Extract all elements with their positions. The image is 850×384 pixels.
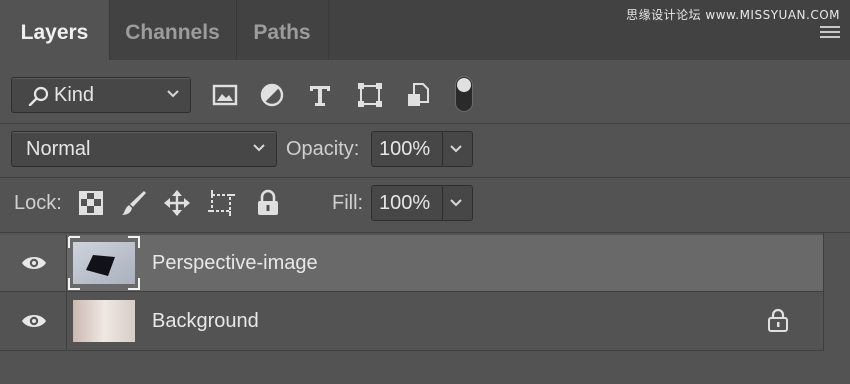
watermark: 思缘设计论坛 www.MISSYUAN.COM — [626, 8, 840, 22]
panel-tab-bar: Layers Channels Paths 思缘设计论坛 www.MISSYUA… — [0, 0, 850, 60]
divider — [0, 177, 850, 178]
layer-lock-icon[interactable] — [766, 308, 790, 332]
eye-icon[interactable] — [21, 255, 47, 271]
filter-kind-label: Kind — [54, 83, 95, 106]
chevron-down-icon — [253, 144, 265, 152]
divider — [0, 232, 850, 233]
chevron-down-icon — [167, 90, 179, 98]
opacity-label: Opacity: — [286, 138, 360, 160]
filter-kind-dropdown[interactable]: Kind — [11, 77, 191, 113]
opacity-field[interactable]: 100% — [371, 131, 473, 167]
prevent-auto-nesting-icon[interactable] — [208, 189, 236, 217]
search-icon — [28, 86, 49, 106]
tab-channels[interactable]: Channels — [109, 0, 237, 60]
divider — [0, 350, 823, 351]
shape-filter-icon[interactable] — [357, 82, 383, 108]
layer-thumbnail[interactable] — [73, 300, 135, 342]
blend-mode-dropdown[interactable]: Normal — [11, 131, 277, 167]
chevron-down-icon[interactable] — [449, 198, 463, 208]
divider — [442, 132, 443, 166]
opacity-value[interactable]: 100% — [379, 132, 430, 166]
scroll-gutter-divider — [823, 233, 824, 351]
tab-layers[interactable]: Layers — [0, 0, 110, 60]
fill-value[interactable]: 100% — [379, 186, 430, 220]
layer-thumbnail[interactable] — [68, 236, 140, 290]
filter-toggle[interactable] — [455, 76, 473, 112]
divider — [442, 186, 443, 220]
divider — [0, 123, 850, 124]
lock-transparent-pixels-icon[interactable] — [78, 190, 104, 216]
lock-position-icon[interactable] — [163, 189, 191, 217]
image-filter-icon[interactable] — [212, 82, 238, 108]
adjustment-filter-icon[interactable] — [259, 82, 285, 108]
layer-name[interactable]: Background — [152, 292, 259, 350]
layer-row-perspective-image[interactable]: Perspective-image — [0, 235, 823, 291]
smart-object-filter-icon[interactable] — [405, 82, 431, 108]
eye-icon[interactable] — [21, 313, 47, 329]
lock-image-pixels-icon[interactable] — [120, 189, 148, 217]
panel-menu-icon[interactable] — [820, 26, 840, 41]
visibility-cell[interactable] — [0, 235, 67, 291]
fill-field[interactable]: 100% — [371, 185, 473, 221]
lock-all-icon[interactable] — [254, 189, 282, 217]
blend-mode-label: Normal — [26, 137, 91, 160]
type-filter-icon[interactable] — [307, 82, 333, 108]
layer-row-background[interactable]: Background — [0, 292, 823, 350]
fill-label: Fill: — [332, 192, 364, 214]
layer-name[interactable]: Perspective-image — [152, 235, 318, 291]
visibility-cell[interactable] — [0, 292, 67, 350]
tab-paths[interactable]: Paths — [236, 0, 329, 60]
toggle-knob — [457, 78, 471, 92]
lock-label: Lock: — [14, 192, 62, 214]
chevron-down-icon[interactable] — [449, 144, 463, 154]
